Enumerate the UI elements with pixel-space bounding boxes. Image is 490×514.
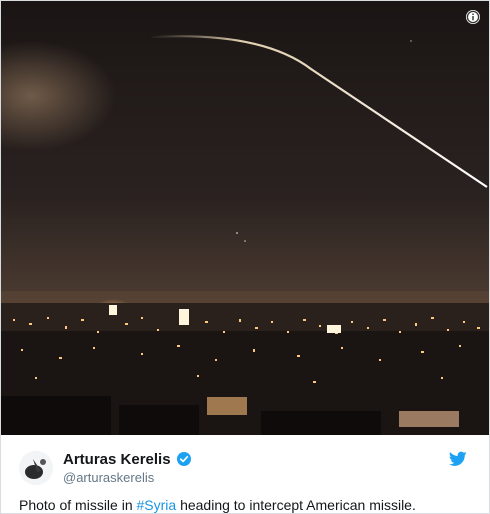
user-avatar[interactable]	[19, 451, 53, 485]
author-handle[interactable]: @arturaskerelis	[63, 470, 154, 485]
hashtag-link[interactable]: #Syria	[137, 497, 177, 513]
tweet-text-start: Photo of missile in	[19, 497, 137, 513]
tweet-text: Photo of missile in #Syria heading to in…	[19, 497, 416, 513]
embedded-tweet-card: Arturas Kerelis @arturaskerelis Photo of…	[0, 0, 490, 514]
twitter-bird-icon[interactable]	[449, 451, 467, 467]
author-name[interactable]: Arturas Kerelis	[63, 451, 171, 468]
tweet-body: Arturas Kerelis @arturaskerelis Photo of…	[1, 435, 489, 513]
verified-badge-icon	[177, 452, 191, 466]
info-icon[interactable]	[465, 9, 481, 25]
tweet-text-end: heading to intercept American missile.	[176, 497, 416, 513]
night-city-missile-image	[1, 1, 489, 435]
tweet-photo[interactable]	[1, 1, 489, 435]
